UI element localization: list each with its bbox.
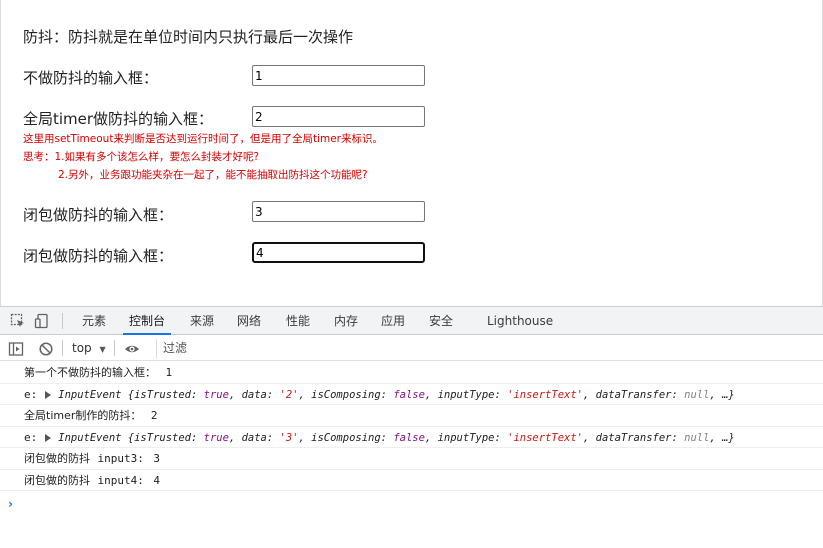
tab-security[interactable]: 安全	[429, 307, 453, 335]
closure-input-3[interactable]	[252, 201, 425, 222]
console-toolbar: top ▼ 过滤	[0, 336, 823, 361]
log-text: 闭包做的防抖	[24, 473, 90, 487]
no-debounce-input[interactable]	[252, 65, 425, 86]
chevron-down-icon: ▼	[99, 345, 106, 354]
tab-sources[interactable]: 来源	[190, 307, 214, 335]
toolbar-separator	[62, 340, 63, 356]
row-label-no-debounce: 不做防抖的输入框：	[23, 69, 159, 87]
tabbar-separator	[62, 313, 63, 329]
devtools-panel: 元素 控制台 来源 网络 性能 内存 应用 安全 Lighthouse top …	[0, 306, 823, 548]
row-label-closure-1: 闭包做防抖的输入框：	[23, 206, 174, 224]
note-line-2: 思考：1.如果有多个该怎么样，要怎么封装才好呢?	[23, 151, 260, 163]
tab-elements[interactable]: 元素	[82, 307, 106, 335]
log-value: 3	[153, 452, 160, 465]
log-row: 闭包做的防抖 input4: 4	[0, 470, 823, 491]
sidebar-toggle-icon[interactable]	[8, 341, 24, 357]
eye-icon[interactable]	[124, 341, 140, 357]
console-prompt-icon[interactable]: ›	[8, 497, 13, 511]
tab-console[interactable]: 控制台	[122, 307, 172, 335]
note-line-3: 2.另外，业务跟功能夹杂在一起了，能不能抽取出防抖这个功能呢?	[58, 169, 368, 181]
log-row: 全局timer制作的防抖： 2	[0, 405, 823, 427]
device-toggle-icon[interactable]	[34, 313, 50, 329]
inspect-icon[interactable]	[10, 313, 26, 329]
toolbar-separator-2	[114, 340, 115, 356]
log-row: 闭包做的防抖 input3: 3	[0, 448, 823, 470]
context-select-value: top	[72, 341, 92, 355]
log-mid: input3:	[97, 452, 144, 465]
tab-lighthouse[interactable]: Lighthouse	[487, 307, 553, 335]
global-timer-input[interactable]	[252, 106, 425, 127]
context-select[interactable]: top ▼	[72, 341, 106, 355]
tab-network[interactable]: 网络	[237, 307, 261, 335]
log-value: 4	[153, 473, 160, 487]
log-row-event[interactable]: e: InputEvent {isTrusted: true, data: '3…	[0, 427, 823, 448]
row-label-closure-2: 闭包做防抖的输入框：	[23, 247, 174, 265]
log-text: 全局timer制作的防抖：	[24, 409, 142, 422]
page-title: 防抖：防抖就是在单位时间内只执行最后一次操作	[23, 28, 354, 46]
log-prefix: e:	[24, 430, 38, 444]
event-summary: InputEvent {isTrusted: true, data: '3', …	[58, 431, 735, 444]
devtools-tabbar: 元素 控制台 来源 网络 性能 内存 应用 安全 Lighthouse	[0, 307, 823, 335]
log-value: 1	[165, 366, 173, 379]
tab-performance[interactable]: 性能	[286, 307, 310, 335]
event-summary: InputEvent {isTrusted: true, data: '2', …	[58, 388, 735, 401]
log-row-event[interactable]: e: InputEvent {isTrusted: true, data: '2…	[0, 384, 823, 405]
console-output: 第一个不做防抖的输入框： 1 e: InputEvent {isTrusted:…	[0, 362, 823, 491]
log-mid: input4:	[97, 473, 144, 487]
log-value: 2	[150, 409, 158, 422]
page-viewport: 防抖：防抖就是在单位时间内只执行最后一次操作 不做防抖的输入框： 全局timer…	[0, 0, 823, 306]
log-row: 第一个不做防抖的输入框： 1	[0, 362, 823, 384]
tab-memory[interactable]: 内存	[334, 307, 358, 335]
clear-console-icon[interactable]	[38, 341, 54, 357]
log-text: 闭包做的防抖	[24, 452, 90, 465]
expand-caret-icon[interactable]	[44, 433, 51, 442]
log-text: 第一个不做防抖的输入框：	[24, 366, 156, 379]
expand-caret-icon[interactable]	[44, 390, 51, 399]
console-filter-input[interactable]: 过滤	[156, 339, 823, 358]
note-line-1: 这里用setTimeout来判断是否达到运行时间了，但是用了全局timer来标识…	[23, 133, 383, 145]
closure-input-4[interactable]	[252, 242, 425, 263]
row-label-global-timer: 全局timer做防抖的输入框：	[23, 110, 214, 128]
log-prefix: e:	[24, 387, 38, 401]
tab-application[interactable]: 应用	[381, 307, 405, 335]
